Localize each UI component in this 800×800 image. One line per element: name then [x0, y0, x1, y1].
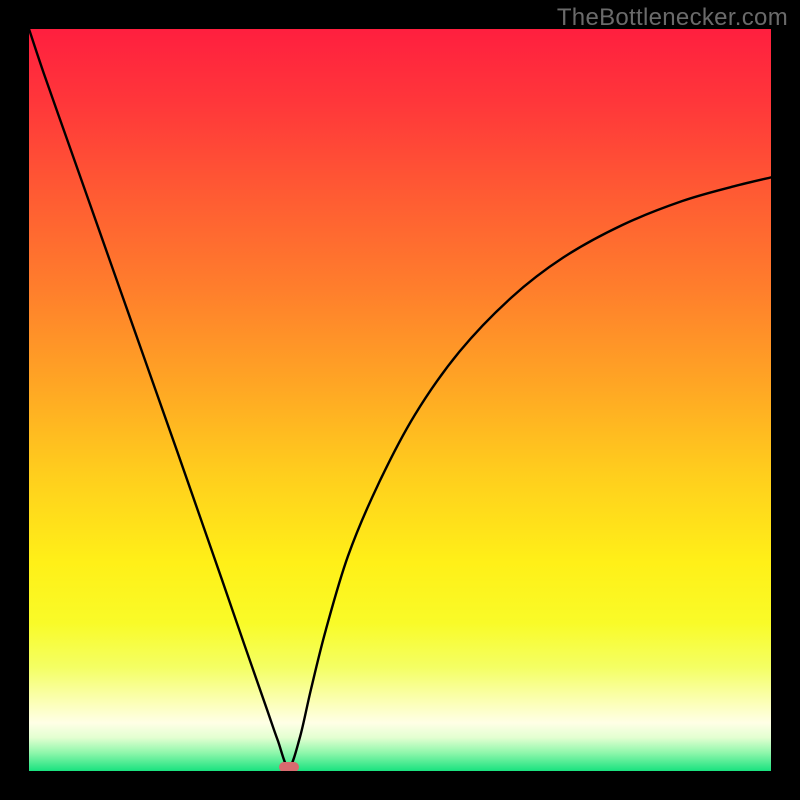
plot-area — [29, 29, 771, 771]
watermark-text: TheBottlenecker.com — [557, 4, 788, 32]
chart-frame: TheBottlenecker.com — [0, 0, 800, 800]
bottleneck-curve — [29, 29, 771, 767]
curve-layer — [29, 29, 771, 771]
minimum-marker — [279, 762, 299, 771]
